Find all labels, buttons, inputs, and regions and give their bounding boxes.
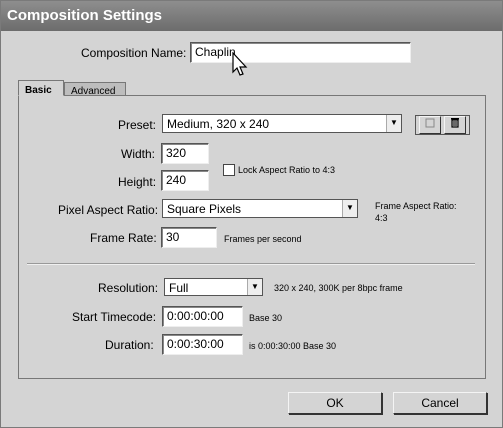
pixel-aspect-select[interactable]: Square Pixels ▼ bbox=[162, 199, 358, 218]
height-label: Height: bbox=[118, 175, 157, 189]
tab-basic[interactable]: Basic bbox=[18, 80, 64, 96]
chevron-down-icon: ▼ bbox=[247, 279, 262, 295]
height-input[interactable]: 240 bbox=[161, 170, 209, 191]
preset-buttons-group bbox=[415, 115, 470, 135]
frame-rate-label: Frame Rate: bbox=[90, 231, 157, 245]
composition-name-input[interactable]: Chaplin bbox=[190, 42, 411, 63]
pixel-aspect-value: Square Pixels bbox=[167, 202, 242, 216]
resolution-value: Full bbox=[169, 281, 189, 295]
preset-value: Medium, 320 x 240 bbox=[167, 117, 270, 131]
preset-label: Preset: bbox=[118, 118, 157, 132]
chevron-down-icon: ▼ bbox=[386, 115, 401, 132]
resolution-label: Resolution: bbox=[98, 281, 159, 295]
trash-icon[interactable] bbox=[444, 116, 466, 134]
width-label: Width: bbox=[121, 147, 156, 161]
duration-input[interactable]: 0:00:30:00 bbox=[162, 334, 243, 355]
ok-button[interactable]: OK bbox=[288, 392, 382, 414]
lock-aspect-checkbox[interactable] bbox=[223, 164, 235, 176]
lock-aspect-label: Lock Aspect Ratio to 4:3 bbox=[238, 165, 336, 175]
duration-info: is 0:00:30:00 Base 30 bbox=[249, 341, 337, 351]
frame-aspect-value: 4:3 bbox=[375, 213, 388, 223]
composition-name-label: Composition Name: bbox=[81, 46, 187, 60]
chevron-down-icon: ▼ bbox=[342, 200, 357, 217]
cancel-button[interactable]: Cancel bbox=[393, 392, 487, 414]
resolution-select[interactable]: Full ▼ bbox=[164, 278, 263, 296]
title-bar: Composition Settings bbox=[1, 1, 502, 31]
frame-rate-input[interactable]: 30 bbox=[161, 227, 217, 248]
preset-select[interactable]: Medium, 320 x 240 ▼ bbox=[162, 114, 402, 133]
section-divider bbox=[27, 263, 475, 265]
start-timecode-label: Start Timecode: bbox=[72, 310, 157, 324]
start-timecode-base: Base 30 bbox=[249, 313, 283, 323]
save-preset-icon[interactable] bbox=[419, 116, 441, 134]
start-timecode-input[interactable]: 0:00:00:00 bbox=[162, 306, 243, 327]
dialog-title: Composition Settings bbox=[7, 7, 162, 24]
frame-aspect-label: Frame Aspect Ratio: bbox=[375, 201, 457, 211]
pixel-aspect-label: Pixel Aspect Ratio: bbox=[58, 203, 159, 217]
mouse-cursor-icon bbox=[231, 51, 249, 81]
resolution-info: 320 x 240, 300K per 8bpc frame bbox=[274, 283, 403, 293]
composition-settings-dialog: Composition Settings Composition Name: C… bbox=[0, 0, 503, 428]
duration-label: Duration: bbox=[105, 338, 154, 352]
frame-rate-unit: Frames per second bbox=[224, 234, 302, 244]
tab-advanced[interactable]: Advanced bbox=[64, 82, 126, 97]
width-input[interactable]: 320 bbox=[161, 143, 209, 164]
